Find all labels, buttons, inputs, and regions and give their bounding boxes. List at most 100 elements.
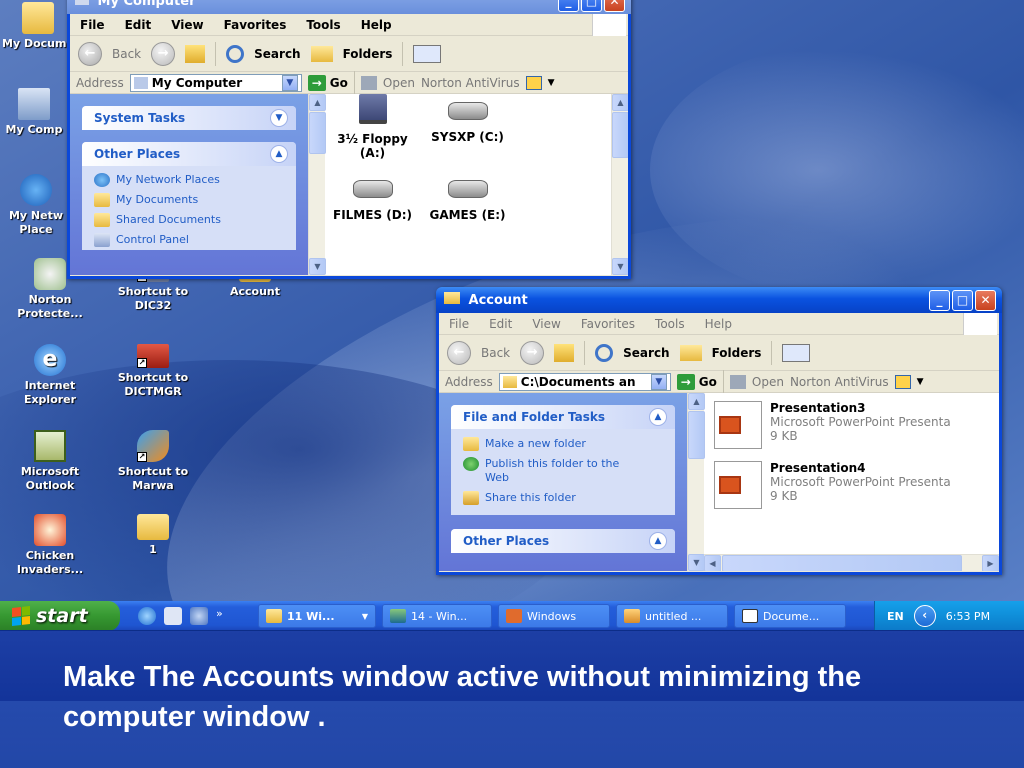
- taskbar-item-windows-group[interactable]: 14 - Win...: [382, 604, 492, 628]
- desktop-icon-folder-1[interactable]: 1: [107, 514, 199, 557]
- search-button[interactable]: Search: [623, 346, 669, 360]
- horizontal-scrollbar[interactable]: ◀ ▶: [704, 554, 999, 571]
- close-button[interactable]: ✕: [975, 290, 996, 311]
- internet-explorer-icon[interactable]: [138, 607, 156, 625]
- close-button[interactable]: ✕: [604, 0, 625, 12]
- menu-tools[interactable]: Tools: [655, 317, 685, 331]
- link-make-new-folder[interactable]: Make a new folder: [451, 434, 675, 454]
- file-folder-tasks-header[interactable]: File and Folder Tasks ▲: [451, 405, 675, 429]
- chevron-up-icon[interactable]: ▲: [649, 408, 667, 426]
- link-shared-documents[interactable]: Shared Documents: [82, 210, 296, 230]
- menu-help[interactable]: Help: [361, 18, 392, 32]
- menu-view[interactable]: View: [532, 317, 560, 331]
- show-desktop-icon[interactable]: [164, 607, 182, 625]
- chevron-down-icon[interactable]: ▼: [650, 373, 667, 390]
- file-presentation4[interactable]: Presentation4 Microsoft PowerPoint Prese…: [714, 461, 951, 509]
- taskbar-item-untitled[interactable]: untitled ...: [616, 604, 728, 628]
- back-arrow-icon[interactable]: ←: [78, 41, 102, 66]
- task-pane-scrollbar[interactable]: ▲ ▼: [687, 393, 705, 571]
- menu-view[interactable]: View: [171, 18, 203, 32]
- norton-antivirus-button[interactable]: Norton AntiVirus: [790, 375, 889, 389]
- desktop-icon-shortcut-dictmgr[interactable]: ↗ Shortcut to DICTMGR: [107, 344, 199, 399]
- scroll-down-icon[interactable]: ▼: [612, 258, 628, 275]
- open-button[interactable]: Open: [383, 76, 415, 90]
- scroll-left-icon[interactable]: ◀: [704, 555, 721, 571]
- menu-help[interactable]: Help: [705, 317, 732, 331]
- menu-file[interactable]: File: [80, 18, 105, 32]
- menu-favorites[interactable]: Favorites: [581, 317, 635, 331]
- scroll-up-icon[interactable]: ▲: [309, 94, 326, 111]
- minimize-button[interactable]: _: [558, 0, 579, 12]
- scroll-down-icon[interactable]: ▼: [688, 554, 705, 571]
- drive-c[interactable]: SYSXP (C:): [420, 94, 515, 144]
- scroll-up-icon[interactable]: ▲: [688, 393, 705, 410]
- maximize-button[interactable]: □: [952, 290, 973, 311]
- views-icon[interactable]: [413, 44, 442, 63]
- go-button[interactable]: → Go: [307, 74, 348, 91]
- taskbar-item-document[interactable]: Docume...: [734, 604, 846, 628]
- maximize-button[interactable]: □: [581, 0, 602, 12]
- start-button[interactable]: start: [0, 601, 120, 630]
- taskbar-item-windows[interactable]: Windows: [498, 604, 610, 628]
- back-button[interactable]: Back: [481, 346, 510, 360]
- forward-arrow-icon[interactable]: →: [520, 340, 545, 365]
- menu-tools[interactable]: Tools: [306, 18, 340, 32]
- scroll-thumb[interactable]: [612, 112, 628, 158]
- search-button[interactable]: Search: [254, 47, 300, 61]
- minimize-button[interactable]: _: [929, 290, 950, 311]
- scroll-thumb[interactable]: [722, 555, 962, 571]
- address-field[interactable]: C:\Documents an ▼: [498, 372, 671, 391]
- drive-d[interactable]: FILMES (D:): [325, 172, 420, 222]
- other-places-header[interactable]: Other Places ▲: [451, 529, 675, 553]
- task-pane-scrollbar[interactable]: ▲ ▼: [308, 94, 326, 275]
- forward-arrow-icon[interactable]: →: [151, 41, 176, 66]
- chevron-up-icon[interactable]: ▲: [649, 532, 667, 550]
- link-share-folder[interactable]: Share this folder: [451, 488, 675, 508]
- media-player-icon[interactable]: [190, 607, 208, 625]
- content-scrollbar[interactable]: ▲ ▼: [611, 94, 628, 275]
- back-button[interactable]: Back: [112, 47, 141, 61]
- clock[interactable]: 6:53 PM: [946, 610, 990, 623]
- desktop-icon-outlook[interactable]: Microsoft Outlook: [4, 430, 96, 493]
- my-computer-window[interactable]: My Computer _ □ ✕ File Edit View Favorit…: [67, 0, 631, 279]
- tray-expand-icon[interactable]: ‹: [913, 605, 936, 627]
- drive-e[interactable]: GAMES (E:): [420, 172, 515, 222]
- file-presentation3[interactable]: Presentation3 Microsoft PowerPoint Prese…: [714, 401, 951, 449]
- menu-file[interactable]: File: [449, 317, 469, 331]
- up-folder-icon[interactable]: [185, 44, 206, 63]
- open-button[interactable]: Open: [752, 375, 784, 389]
- my-computer-titlebar[interactable]: My Computer _ □ ✕: [67, 0, 631, 14]
- link-my-documents[interactable]: My Documents: [82, 190, 296, 210]
- menu-favorites[interactable]: Favorites: [224, 18, 287, 32]
- desktop-icon-shortcut-marwa[interactable]: ↗ Shortcut to Marwa: [107, 430, 199, 493]
- views-icon[interactable]: [782, 343, 811, 362]
- chevron-down-icon[interactable]: ▼: [270, 109, 288, 127]
- desktop-icon-chicken-invaders[interactable]: Chicken Invaders...: [4, 514, 96, 577]
- scroll-thumb[interactable]: [309, 112, 326, 154]
- scroll-up-icon[interactable]: ▲: [612, 94, 628, 111]
- up-folder-icon[interactable]: [554, 343, 575, 362]
- chevron-up-icon[interactable]: ▲: [270, 145, 288, 163]
- menu-edit[interactable]: Edit: [125, 18, 152, 32]
- norton-antivirus-button[interactable]: Norton AntiVirus: [421, 76, 520, 90]
- link-publish-folder[interactable]: Publish this folder to the Web: [451, 454, 675, 488]
- address-field[interactable]: My Computer ▼: [129, 73, 302, 92]
- account-titlebar[interactable]: Account _ □ ✕: [436, 287, 1002, 313]
- account-window[interactable]: Account _ □ ✕ File Edit View Favorites T…: [436, 287, 1002, 575]
- link-control-panel[interactable]: Control Panel: [82, 230, 296, 250]
- desktop-icon-internet-explorer[interactable]: e Internet Explorer: [4, 344, 96, 407]
- system-tasks-header[interactable]: System Tasks ▼: [82, 106, 296, 130]
- other-places-header[interactable]: Other Places ▲: [82, 142, 296, 166]
- scroll-thumb[interactable]: [688, 411, 705, 459]
- scroll-right-icon[interactable]: ▶: [982, 555, 999, 571]
- menu-edit[interactable]: Edit: [489, 317, 512, 331]
- chevron-down-icon[interactable]: ▼: [281, 74, 298, 91]
- go-button[interactable]: → Go: [676, 373, 717, 390]
- language-indicator[interactable]: EN: [887, 610, 904, 623]
- back-arrow-icon[interactable]: ←: [447, 340, 471, 365]
- folders-button[interactable]: Folders: [343, 47, 393, 61]
- taskbar-item-explorer-group[interactable]: 11 Wi... ▼: [258, 604, 376, 628]
- folders-button[interactable]: Folders: [712, 346, 762, 360]
- more-quick-launch[interactable]: »: [216, 607, 223, 625]
- link-my-network-places[interactable]: My Network Places: [82, 170, 296, 190]
